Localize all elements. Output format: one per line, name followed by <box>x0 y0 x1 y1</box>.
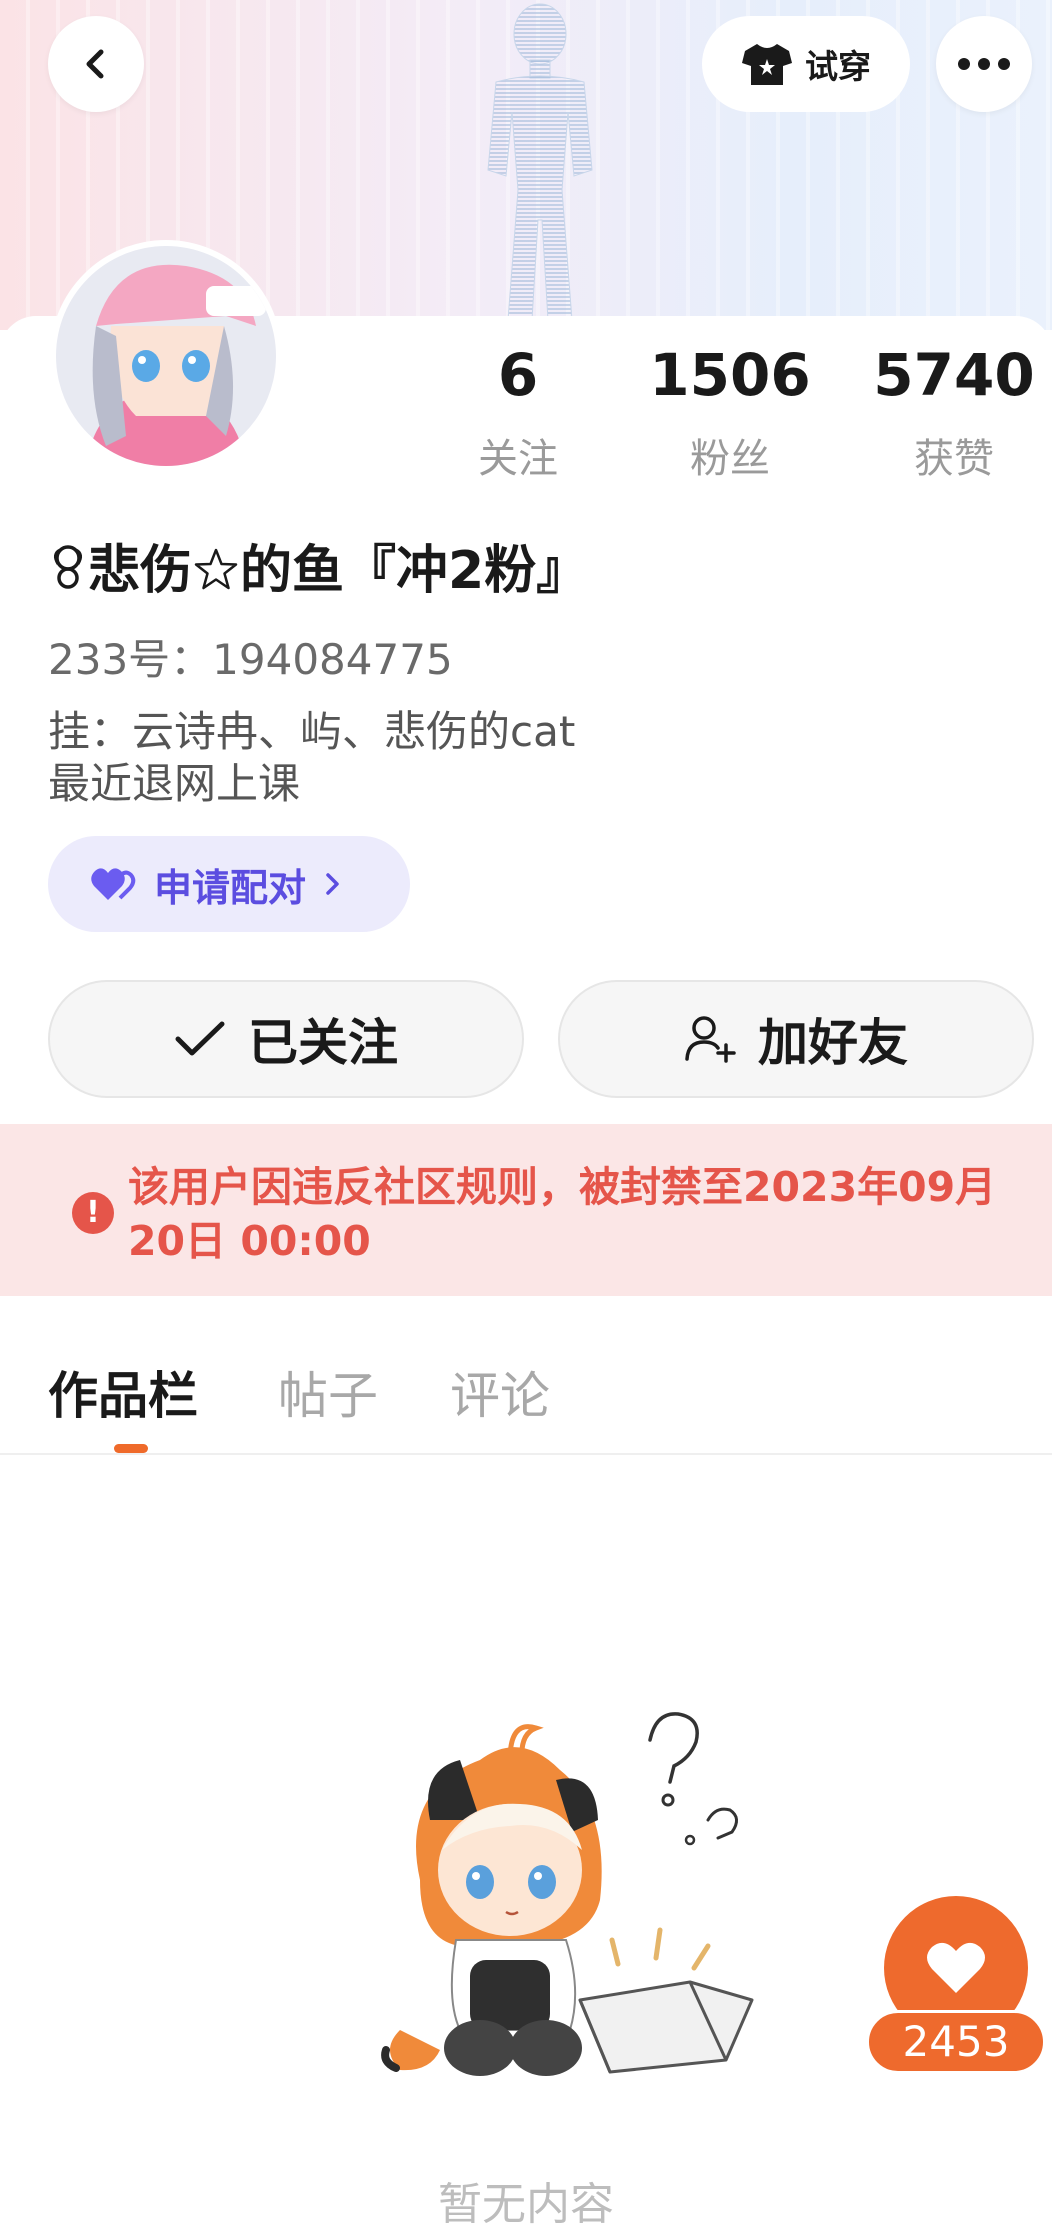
flower-emoji-icon <box>53 545 83 589</box>
empty-state-text: 暂无内容 <box>438 2179 614 2230</box>
apply-pairing-label: 申请配对 <box>154 865 307 910</box>
stat-value: 1506 <box>649 341 811 409</box>
username: 悲伤 的鱼『冲2粉』 <box>48 528 588 603</box>
stat-label: 关注 <box>478 436 558 482</box>
stat-value: 5740 <box>873 341 1035 409</box>
more-horizontal-icon <box>958 58 1010 70</box>
stat-likes[interactable]: 5740 获赞 <box>864 346 1044 484</box>
chevron-right-icon <box>326 873 339 895</box>
ban-notice-text: 该用户因违反社区规则，被封禁至2023年09月20日 00:00 <box>128 1163 997 1265</box>
add-friend-label: 加好友 <box>758 1014 908 1072</box>
followed-button[interactable]: 已关注 <box>48 980 524 1098</box>
stat-value: 6 <box>497 341 539 409</box>
alert-icon: ! <box>72 1192 114 1234</box>
followed-label: 已关注 <box>248 1014 398 1072</box>
more-button[interactable] <box>936 16 1032 112</box>
tab-divider <box>0 1453 1052 1455</box>
apply-pairing-button[interactable]: 申请配对 <box>48 836 410 932</box>
bio-line: 挂：云诗冉、屿、悲伤的cat <box>48 707 576 756</box>
double-heart-icon <box>91 868 136 900</box>
bio-line: 最近退网上课 <box>48 759 301 808</box>
avatar-image <box>56 246 276 466</box>
try-on-button[interactable]: 试穿 <box>702 16 910 112</box>
tshirt-icon <box>742 44 792 85</box>
add-user-icon <box>685 1016 736 1063</box>
active-tab-indicator <box>114 1444 148 1453</box>
ban-notice: ! 该用户因违反社区规则，被封禁至2023年09月20日 00:00 <box>0 1124 1052 1296</box>
user-id: 233号：194084775 <box>48 635 453 684</box>
tab-comments[interactable]: 评论 <box>450 1356 550 1428</box>
add-friend-button[interactable]: 加好友 <box>558 980 1034 1098</box>
avatar[interactable] <box>50 240 282 472</box>
stat-label: 获赞 <box>914 436 994 482</box>
tab-posts[interactable]: 帖子 <box>278 1356 378 1428</box>
star-outline-icon <box>194 548 238 590</box>
try-on-label: 试穿 <box>805 47 871 86</box>
tab-works[interactable]: 作品栏 <box>48 1356 198 1428</box>
username-suffix: 的鱼『冲2粉』 <box>240 541 589 601</box>
chevron-left-icon <box>86 49 104 79</box>
empty-state-illustration <box>381 1712 754 2076</box>
heart-icon <box>927 1942 985 1993</box>
checkmark-icon <box>175 1021 225 1056</box>
username-prefix: 悲伤 <box>88 541 193 601</box>
hologram-avatar-image <box>487 3 593 320</box>
stat-followers[interactable]: 1506 粉丝 <box>640 346 820 484</box>
like-count-badge: 2453 <box>866 2010 1046 2074</box>
stat-following[interactable]: 6 关注 <box>428 346 608 484</box>
stat-label: 粉丝 <box>690 436 770 482</box>
bio: 挂：云诗冉、屿、悲伤的cat 最近退网上课 <box>48 706 575 810</box>
back-button[interactable] <box>48 16 144 112</box>
